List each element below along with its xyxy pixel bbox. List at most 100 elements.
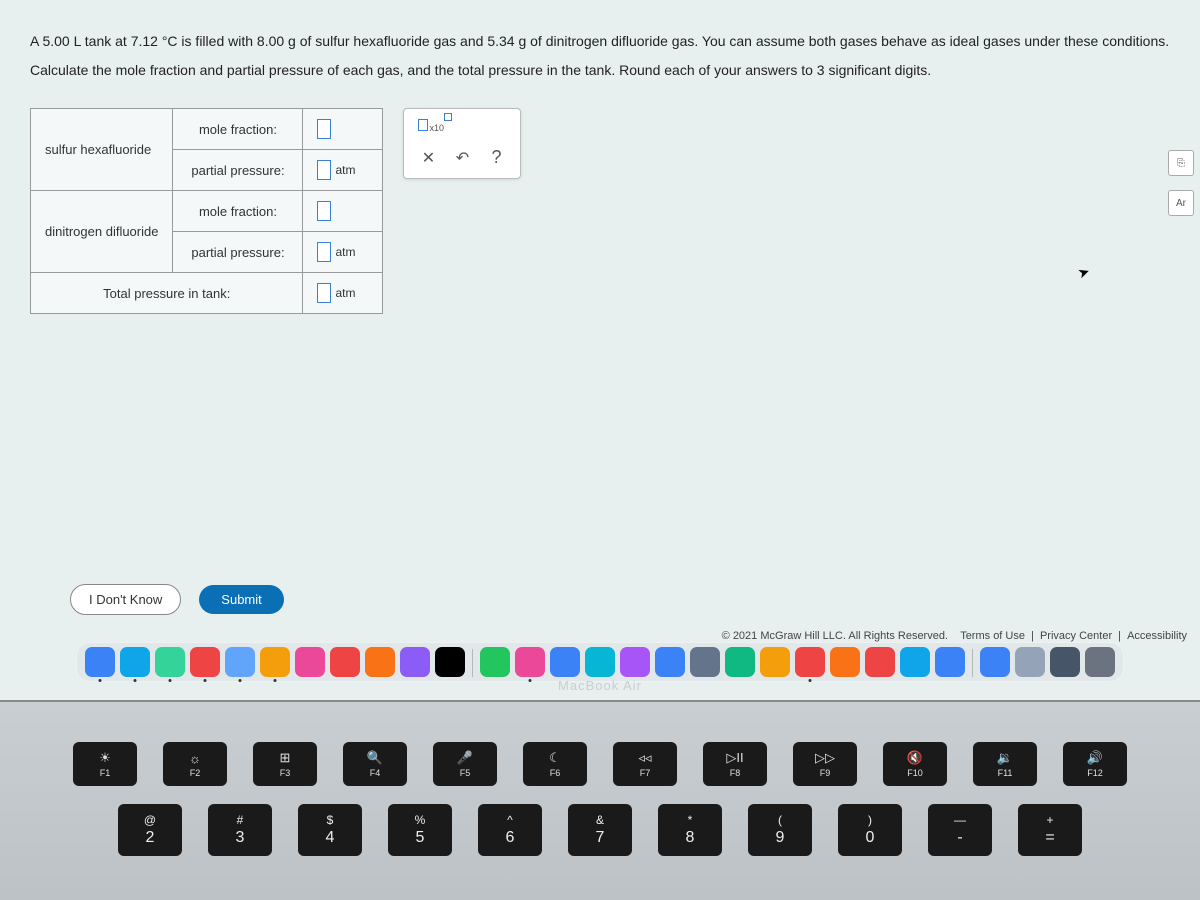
dock-app-icon[interactable] xyxy=(725,647,755,677)
gas1-molefraction-cell xyxy=(303,109,383,150)
sci-notation-button[interactable]: x10 xyxy=(418,119,452,131)
text: Calculate the mole fraction and partial … xyxy=(30,62,817,78)
dock-app-icon[interactable] xyxy=(260,647,290,677)
dock-app-icon[interactable] xyxy=(400,647,430,677)
fkey-symbol-icon: ▷▷ xyxy=(815,750,835,766)
fkey-symbol-icon: ⊞ xyxy=(280,750,291,766)
dock-running-dot-icon xyxy=(169,679,172,682)
fkey-label: F8 xyxy=(730,768,741,778)
function-key: 🔇F10 xyxy=(883,742,947,786)
dock-app-icon[interactable] xyxy=(865,647,895,677)
number-key: #3 xyxy=(208,804,272,856)
dock-app-icon[interactable] xyxy=(435,647,465,677)
fkey-label: F12 xyxy=(1087,768,1103,778)
gas2-molefraction-input[interactable] xyxy=(317,201,331,221)
text: is filled with xyxy=(178,33,257,49)
text: significant digits. xyxy=(825,62,932,78)
dock-app-icon[interactable] xyxy=(1015,647,1045,677)
dock-app-icon[interactable] xyxy=(1050,647,1080,677)
function-key: 🔍F4 xyxy=(343,742,407,786)
dock-app-icon[interactable] xyxy=(225,647,255,677)
dock-running-dot-icon xyxy=(204,679,207,682)
dock-app-icon[interactable] xyxy=(85,647,115,677)
side-icons: ⎘ Ar xyxy=(1168,150,1194,216)
function-key: ☼F2 xyxy=(163,742,227,786)
number-key: $4 xyxy=(298,804,362,856)
dock-running-dot-icon xyxy=(239,679,242,682)
terms-link[interactable]: Terms of Use xyxy=(960,630,1025,642)
total-pressure-input[interactable] xyxy=(317,283,331,303)
gas1-pressure-input[interactable] xyxy=(317,160,331,180)
key-bottom-symbol: 5 xyxy=(416,829,425,847)
copyright-text: © 2021 McGraw Hill LLC. All Rights Reser… xyxy=(722,630,948,642)
fkey-label: F10 xyxy=(907,768,923,778)
dock-app-icon[interactable] xyxy=(795,647,825,677)
number-key: += xyxy=(1018,804,1082,856)
privacy-link[interactable]: Privacy Center xyxy=(1040,630,1112,642)
key-bottom-symbol: 7 xyxy=(596,829,605,847)
mole-fraction-label-2: mole fraction: xyxy=(173,191,303,232)
dock-app-icon[interactable] xyxy=(620,647,650,677)
tool-actions-row: ✕ ↶ ? xyxy=(412,143,512,172)
periodic-table-icon[interactable]: Ar xyxy=(1168,190,1194,216)
dock-app-icon[interactable] xyxy=(155,647,185,677)
undo-icon[interactable]: ↶ xyxy=(452,148,472,168)
dock-separator xyxy=(972,649,973,677)
action-buttons: I Don't Know Submit xyxy=(70,584,284,615)
gas2-pressure-cell: atm xyxy=(303,232,383,273)
gas1-pressure-cell: atm xyxy=(303,150,383,191)
close-icon[interactable]: ✕ xyxy=(418,148,438,168)
fkey-symbol-icon: 🔊 xyxy=(1087,750,1103,766)
key-top-symbol: @ xyxy=(144,813,156,827)
unit-atm: atm xyxy=(335,286,355,300)
dock-running-dot-icon xyxy=(809,679,812,682)
dock-app-icon[interactable] xyxy=(295,647,325,677)
dock-app-icon[interactable] xyxy=(330,647,360,677)
sci-sup-icon xyxy=(444,113,452,121)
dock-app-icon[interactable] xyxy=(760,647,790,677)
function-key: 🔊 F12 xyxy=(1063,742,1127,786)
mass1-value: 8.00 g xyxy=(257,33,296,49)
key-top-symbol: * xyxy=(688,813,693,827)
dock-app-icon[interactable] xyxy=(690,647,720,677)
key-top-symbol: % xyxy=(415,813,426,827)
dock-app-icon[interactable] xyxy=(190,647,220,677)
gas2-label: dinitrogen difluoride xyxy=(31,191,173,273)
dock-app-icon[interactable] xyxy=(550,647,580,677)
dock-app-icon[interactable] xyxy=(585,647,615,677)
text: of dinitrogen difluoride gas. You can as… xyxy=(526,33,1169,49)
idk-button[interactable]: I Don't Know xyxy=(70,584,181,615)
number-key: %5 xyxy=(388,804,452,856)
help-icon[interactable]: ? xyxy=(486,147,506,168)
dock-app-icon[interactable] xyxy=(935,647,965,677)
gas1-molefraction-input[interactable] xyxy=(317,119,331,139)
key-bottom-symbol: 3 xyxy=(236,829,245,847)
accessibility-link[interactable]: Accessibility xyxy=(1127,630,1187,642)
submit-button[interactable]: Submit xyxy=(199,585,283,614)
number-key: &7 xyxy=(568,804,632,856)
dock-app-icon[interactable] xyxy=(515,647,545,677)
fkey-label: F5 xyxy=(460,768,471,778)
dock-running-dot-icon xyxy=(274,679,277,682)
dock-app-icon[interactable] xyxy=(365,647,395,677)
function-key: ▷▷F9 xyxy=(793,742,857,786)
fkey-label: F7 xyxy=(640,768,651,778)
gas2-pressure-input[interactable] xyxy=(317,242,331,262)
dock-app-icon[interactable] xyxy=(830,647,860,677)
dock-app-icon[interactable] xyxy=(480,647,510,677)
problem-area: A 5.00 L tank at 7.12 °C is filled with … xyxy=(0,0,1200,314)
number-key: (9 xyxy=(748,804,812,856)
fkey-symbol-icon: ☾ xyxy=(549,750,561,766)
dock-app-icon[interactable] xyxy=(1085,647,1115,677)
side-tool-1-icon[interactable]: ⎘ xyxy=(1168,150,1194,176)
key-top-symbol: — xyxy=(954,813,966,827)
number-key-row: @2#3$4%5^6&7*8(9)0—-+= xyxy=(0,804,1200,856)
dock-app-icon[interactable] xyxy=(900,647,930,677)
key-bottom-symbol: 4 xyxy=(326,829,335,847)
dock-app-icon[interactable] xyxy=(980,647,1010,677)
dock-app-icon[interactable] xyxy=(120,647,150,677)
fkey-label: F4 xyxy=(370,768,381,778)
fkey-label: F1 xyxy=(100,768,111,778)
fkey-symbol-icon: 🎤 xyxy=(457,750,473,766)
dock-app-icon[interactable] xyxy=(655,647,685,677)
